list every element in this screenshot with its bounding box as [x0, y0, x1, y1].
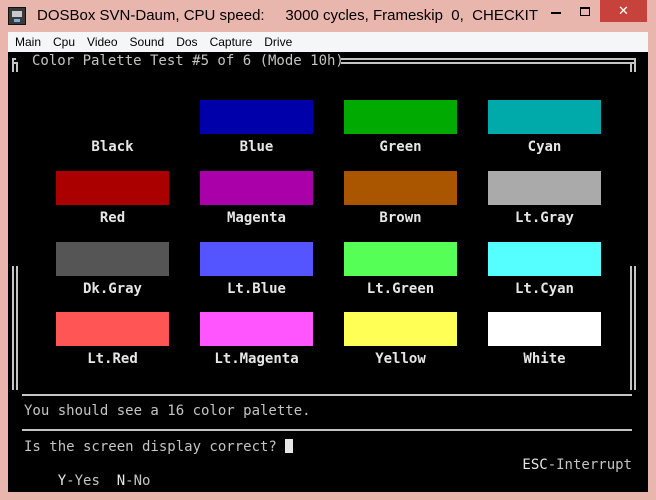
divider-top — [22, 394, 632, 396]
maximize-button[interactable] — [571, 0, 599, 22]
yes-key[interactable]: Y — [58, 473, 66, 489]
swatch-lt-red — [56, 312, 169, 346]
question-text: Is the screen display correct? — [24, 439, 286, 455]
palette-message: You should see a 16 color palette. — [24, 403, 311, 419]
menu-video[interactable]: Video — [80, 32, 122, 52]
frame-corner-right-inner — [630, 62, 632, 72]
esc-label[interactable]: -Interrupt — [548, 457, 632, 473]
no-label[interactable]: -No — [125, 473, 150, 489]
swatch-label-white: White — [523, 351, 566, 367]
swatch-lt-magenta — [200, 312, 313, 346]
divider-bottom — [22, 429, 632, 431]
swatch-label-red: Red — [99, 210, 126, 226]
close-icon: ✕ — [618, 3, 629, 19]
minimize-button[interactable] — [542, 0, 570, 22]
frame-left-inner — [16, 266, 18, 390]
close-button[interactable]: ✕ — [600, 0, 647, 22]
yes-label[interactable]: -Yes — [66, 473, 100, 489]
esc-hint[interactable]: ESC-Interrupt — [522, 457, 632, 473]
esc-key[interactable]: ESC — [522, 457, 547, 473]
frame-corner-right — [634, 58, 636, 72]
swatch-green — [344, 100, 457, 134]
swatch-label-lt-magenta: Lt.Magenta — [214, 351, 299, 367]
swatch-label-lt-gray: Lt.Gray — [514, 210, 574, 226]
swatch-cyan — [488, 100, 601, 134]
swatch-label-magenta: Magenta — [226, 210, 286, 226]
frame-right-outer — [634, 266, 636, 390]
menu-main[interactable]: Main — [8, 32, 46, 52]
swatch-red — [56, 171, 169, 205]
swatch-lt-cyan — [488, 242, 601, 276]
title-bar: DOSBox SVN-Daum, CPU speed: 3000 cycles,… — [0, 0, 656, 32]
swatch-white — [488, 312, 601, 346]
swatch-label-black: Black — [91, 139, 134, 155]
swatch-dk-gray — [56, 242, 169, 276]
menu-bar: Main Cpu Video Sound Dos Capture Drive — [8, 32, 648, 52]
key-hints: Y-Yes N-No — [24, 457, 151, 492]
frame-right-inner — [630, 266, 632, 390]
swatch-lt-gray — [488, 171, 601, 205]
no-key[interactable]: N — [117, 473, 125, 489]
menu-capture[interactable]: Capture — [203, 32, 258, 52]
swatch-label-green: Green — [379, 139, 422, 155]
frame-top-right — [341, 58, 636, 60]
frame-corner-left — [12, 58, 14, 72]
swatch-brown — [344, 171, 457, 205]
swatch-magenta — [200, 171, 313, 205]
question-line: Is the screen display correct? — [24, 439, 294, 455]
menu-dos[interactable]: Dos — [169, 32, 202, 52]
menu-cpu[interactable]: Cpu — [46, 32, 80, 52]
test-caption: Color Palette Test #5 of 6 (Mode 10h) — [32, 53, 344, 69]
frame-left-outer — [12, 266, 14, 390]
swatch-lt-blue — [200, 242, 313, 276]
swatch-label-lt-green: Lt.Green — [366, 281, 435, 297]
window-title: DOSBox SVN-Daum, CPU speed: 3000 cycles,… — [37, 7, 538, 24]
minimize-icon — [551, 12, 561, 14]
swatch-label-lt-blue: Lt.Blue — [226, 281, 286, 297]
text-cursor — [285, 439, 294, 453]
dos-screen[interactable]: Color Palette Test #5 of 6 (Mode 10h) Bl… — [8, 52, 648, 492]
swatch-black — [56, 100, 169, 134]
frame-top-right-inner — [341, 62, 636, 64]
maximize-icon — [580, 6, 590, 16]
swatch-label-lt-cyan: Lt.Cyan — [514, 281, 574, 297]
swatch-label-cyan: Cyan — [527, 139, 562, 155]
swatch-label-blue: Blue — [239, 139, 274, 155]
dosbox-icon[interactable] — [8, 7, 26, 25]
menu-drive[interactable]: Drive — [257, 32, 297, 52]
swatch-label-dk-gray: Dk.Gray — [82, 281, 142, 297]
swatch-label-brown: Brown — [379, 210, 422, 226]
menu-sound[interactable]: Sound — [123, 32, 170, 52]
frame-corner-left-inner — [16, 62, 18, 72]
swatch-lt-green — [344, 242, 457, 276]
swatch-label-yellow: Yellow — [375, 351, 426, 367]
swatch-yellow — [344, 312, 457, 346]
swatch-label-lt-red: Lt.Red — [87, 351, 138, 367]
swatch-blue — [200, 100, 313, 134]
